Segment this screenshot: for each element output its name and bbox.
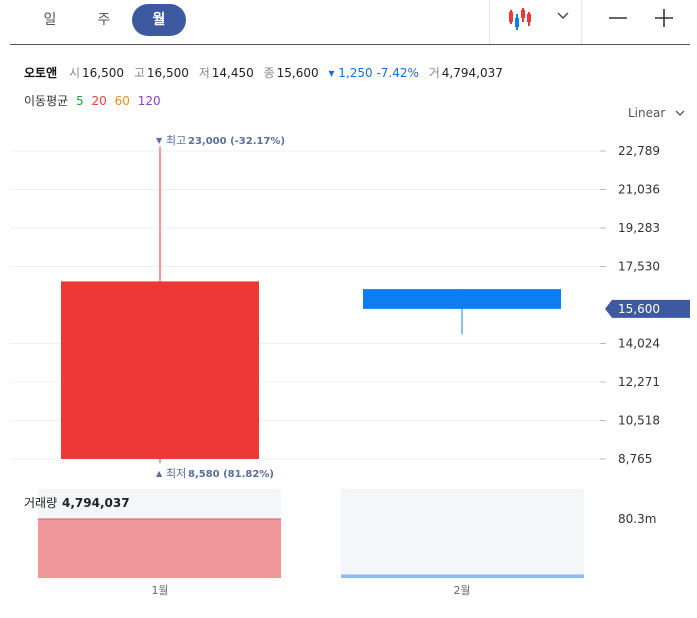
moving-average-legend: 이동평균 5 20 60 120 [24, 92, 165, 109]
chevron-down-icon [557, 12, 569, 19]
ma-period-120: 120 [137, 94, 161, 108]
x-tick-label: 1월 [151, 584, 168, 597]
volume-axis-label: 80.3m [618, 512, 656, 526]
period-tabs: 일 주 월 [14, 4, 194, 36]
candle-body [363, 289, 561, 309]
chart-type-selector[interactable] [505, 6, 575, 34]
volume-bar [38, 519, 281, 578]
low-annotation-label: 최저 [166, 467, 186, 480]
moving-average-label: 이동평균 [24, 94, 69, 108]
ma-period-60: 60 [114, 94, 130, 108]
current-price-tag [605, 299, 690, 318]
ma-period-5: 5 [76, 94, 84, 108]
tab-day[interactable]: 일 [28, 4, 72, 36]
open-value: 16,500 [82, 66, 124, 80]
tab-month[interactable]: 월 [132, 4, 186, 36]
zoom-out-button[interactable] [606, 6, 630, 30]
close-label: 종 [263, 66, 275, 80]
y-tick-label: 22,789 [618, 144, 660, 158]
y-tick-label: 21,036 [618, 183, 660, 197]
zoom-in-button[interactable] [652, 6, 676, 30]
high-marker: ▼ [156, 136, 163, 145]
volume-panel-bg [38, 489, 281, 579]
high-label: 고 [133, 66, 145, 80]
toolbar-divider [489, 0, 490, 44]
low-label: 저 [198, 66, 210, 80]
toolbar-bottom-border [10, 44, 690, 45]
current-price-label: 15,600 [618, 302, 660, 316]
close-value: 15,600 [276, 66, 319, 80]
high-annotation-value: 23,000 (-32.17%) [188, 136, 285, 147]
y-tick-label: 17,530 [618, 260, 660, 274]
low-annotation-value: 8,580 (81.82%) [188, 469, 274, 480]
y-tick-label: 10,518 [618, 414, 660, 428]
volume-label: 거래량 [24, 496, 57, 510]
chevron-down-icon [675, 110, 685, 116]
price-change: ▾ 1,250 -7.42% [328, 66, 419, 80]
volume-value: 4,794,037 [62, 496, 130, 510]
scale-selector[interactable]: Linear [628, 106, 685, 120]
volume-short-value: 4,794,037 [441, 66, 503, 80]
scale-label: Linear [628, 106, 666, 120]
candlestick-icon [509, 8, 531, 30]
x-tick-label: 2월 [453, 584, 470, 597]
open-label: 시 [68, 66, 80, 80]
tab-week[interactable]: 주 [82, 4, 126, 36]
ma-period-20: 20 [91, 94, 107, 108]
high-annotation-label: 최고 [166, 134, 186, 147]
minus-icon [609, 17, 627, 19]
price-summary: 오토앤 시 16,500 고 16,500 저 14,450 종 15,600 ▾ 1,… [24, 64, 509, 81]
candle-body [61, 281, 259, 459]
volume-short-label: 거 [428, 66, 440, 80]
low-marker: ▲ [156, 469, 163, 478]
high-value: 16,500 [146, 66, 189, 80]
stock-name: 오토앤 [24, 66, 58, 80]
y-tick-label: 8,765 [618, 452, 652, 466]
toolbar-divider [581, 0, 582, 44]
volume-panel-bg [341, 489, 584, 579]
y-tick-label: 19,283 [618, 221, 660, 235]
low-value: 14,450 [211, 66, 254, 80]
y-tick-label: 12,271 [618, 375, 660, 389]
plus-icon [655, 9, 673, 27]
volume-bar [341, 574, 584, 578]
y-tick-label: 14,024 [618, 337, 660, 351]
